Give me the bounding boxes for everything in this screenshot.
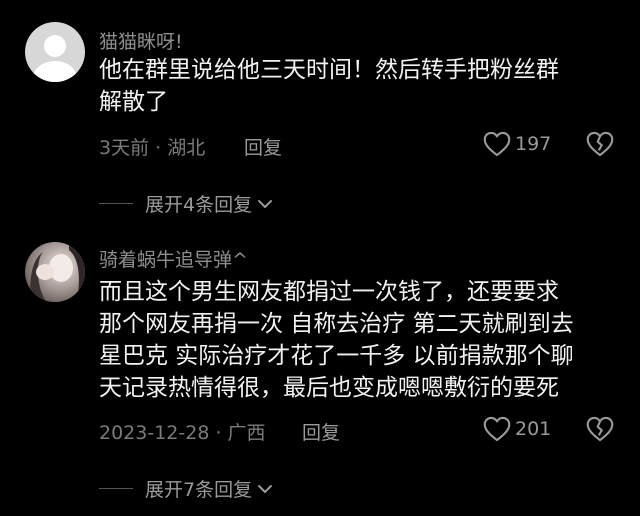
expand-replies-button[interactable]: 展开7条回复 xyxy=(99,475,274,502)
comment-line: 天记录热情得很，最后也变成嗯嗯敷衍的要死 xyxy=(99,375,559,401)
divider xyxy=(99,488,133,489)
heart-outline-icon xyxy=(483,131,511,157)
comment-line: 而且这个男生网友都捐过一次钱了，还要要求 xyxy=(99,279,559,305)
comment-meta: 3天前 · 湖北 xyxy=(99,137,206,159)
chevron-down-icon xyxy=(258,199,273,208)
chevron-down-icon xyxy=(258,484,273,493)
comment-line: 星巴克 实际治疗才花了一千多 以前捐款那个聊 xyxy=(99,343,574,369)
comment-meta: 2023-12-28 · 广西 xyxy=(99,422,266,444)
expand-replies-label: 展开7条回复 xyxy=(145,479,253,501)
heart-outline-icon xyxy=(483,416,511,442)
comment-text: 而且这个男生网友都捐过一次钱了，还要要求 那个网友再捐一次 自称去治疗 第二天就… xyxy=(99,276,574,404)
comment-line: 他在群里说给他三天时间！然后转手把粉丝群 xyxy=(99,57,559,83)
comment-line: 那个网友再捐一次 自称去治疗 第二天就刷到去 xyxy=(99,311,574,337)
broken-heart-icon xyxy=(586,416,614,442)
broken-heart-icon xyxy=(586,131,614,157)
like-count: 197 xyxy=(515,133,552,155)
avatar[interactable] xyxy=(25,242,85,302)
divider xyxy=(99,203,133,204)
avatar-photo-icon xyxy=(30,242,85,300)
comment-text: 他在群里说给他三天时间！然后转手把粉丝群 解散了 xyxy=(99,54,559,118)
expand-replies-button[interactable]: 展开4条回复 xyxy=(99,190,274,217)
like-count: 201 xyxy=(515,418,552,440)
dislike-button[interactable] xyxy=(586,416,614,442)
comment-line: 解散了 xyxy=(99,89,168,115)
reply-button[interactable]: 回复 xyxy=(244,133,282,160)
reply-button[interactable]: 回复 xyxy=(302,418,340,445)
default-avatar-icon xyxy=(33,35,77,82)
dislike-button[interactable] xyxy=(586,131,614,157)
username[interactable]: 猫猫眯呀! xyxy=(99,27,183,54)
username[interactable]: 骑着蜗牛追导弹^ xyxy=(99,245,248,272)
avatar[interactable] xyxy=(25,22,85,82)
like-button[interactable]: 201 xyxy=(483,416,551,442)
expand-replies-label: 展开4条回复 xyxy=(145,194,253,216)
like-button[interactable]: 197 xyxy=(483,131,551,157)
